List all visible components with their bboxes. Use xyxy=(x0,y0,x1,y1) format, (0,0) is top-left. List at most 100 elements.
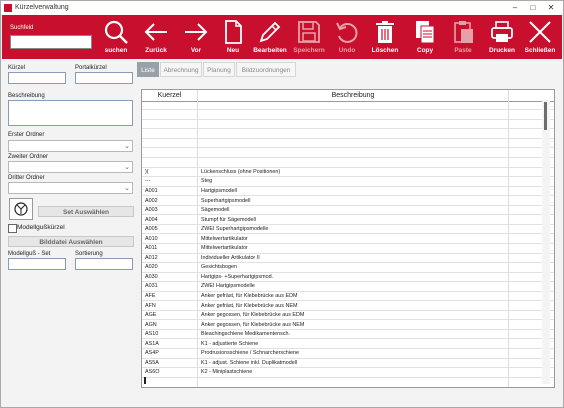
table-row[interactable]: A030 Hartgips- +Superhartgipsmod. xyxy=(142,274,554,283)
sortierung-label: Sortierung xyxy=(75,251,103,257)
cell-beschreibung: Prodrusionsschiene / Schnarcherschiene xyxy=(201,350,299,357)
set-image-preview xyxy=(9,198,33,220)
set-auswaehlen-button[interactable]: Set Auswählen xyxy=(38,206,134,217)
table-row[interactable]: AFE Anker gefräst, für Klebebrücke aus ED… xyxy=(142,293,554,302)
arrow-left-icon xyxy=(144,23,167,41)
modellguss-set-field[interactable] xyxy=(8,258,66,270)
table-row[interactable]: AGN Anker gegossen, für Klebebrücke aus N… xyxy=(142,322,554,330)
table-row[interactable]: AFN Anker gefräst, für Klebebrücke aus NE… xyxy=(142,303,554,311)
cell-beschreibung: Superhartgipsmodell xyxy=(201,197,251,204)
save-button[interactable]: Speichern xyxy=(290,17,328,57)
copy-icon xyxy=(416,21,435,44)
edit-button-label: Bearbeiten xyxy=(253,47,287,54)
print-button[interactable]: Drucken xyxy=(483,17,521,57)
table-row[interactable] xyxy=(142,112,554,120)
bilddatei-auswaehlen-button[interactable]: Bilddatei Auswählen xyxy=(8,236,134,247)
table-row[interactable]: A002 Superhartgipsmodell xyxy=(142,198,554,206)
minimize-button[interactable]: – xyxy=(507,2,523,13)
table-row[interactable] xyxy=(142,159,554,168)
dritter-ordner-select[interactable]: ⌄ xyxy=(8,182,133,194)
table-row[interactable] xyxy=(142,121,554,130)
table-row[interactable]: A004 Stumpf für Sägemodell xyxy=(142,217,554,225)
table-row[interactable]: AS4P Prodrusionsschiene / Schnarcherschie… xyxy=(142,350,554,359)
trash-icon xyxy=(376,21,394,43)
search-input[interactable] xyxy=(10,35,92,49)
close-button[interactable]: Schließen xyxy=(521,17,559,57)
window-close-button[interactable]: ✕ xyxy=(543,2,559,13)
cell-kuerzel: A005 xyxy=(145,226,158,233)
table-row[interactable]: A001 Hartgipsmodell xyxy=(142,188,554,197)
forward-button-label: Vor xyxy=(190,47,202,54)
cell-beschreibung: Bleachingschiene Medikamentensch. xyxy=(201,331,290,338)
table-row[interactable]: AS5A K1 - adjust. Schiene inkl. Duplikatm… xyxy=(142,359,554,369)
erster-ordner-select[interactable]: ⌄ xyxy=(8,140,133,152)
edit-button[interactable]: Bearbeiten xyxy=(251,17,289,57)
portalkuerzel-field[interactable] xyxy=(75,72,133,84)
cell-kuerzel: A020 xyxy=(145,264,158,271)
cell-beschreibung: Stumpf für Sägemodell xyxy=(201,216,256,223)
copy-button[interactable]: Copy xyxy=(406,17,444,57)
cell-beschreibung: Gesichtsbogen xyxy=(201,264,237,271)
back-button[interactable]: Zurück xyxy=(137,17,175,57)
undo-button[interactable]: Undo xyxy=(328,17,366,57)
modellguss-checkbox[interactable] xyxy=(8,224,17,233)
cell-kuerzel: AS10 xyxy=(145,331,159,338)
kuerzel-field[interactable] xyxy=(8,72,66,84)
paste-button-label: Paste xyxy=(454,47,472,54)
scrollbar-thumb[interactable] xyxy=(544,102,547,130)
tab-bildzuordnungen[interactable]: Bildzuordnungen xyxy=(236,62,296,77)
table-row[interactable]: --- Steg xyxy=(142,178,554,187)
cell-kuerzel: )( xyxy=(145,168,149,175)
delete-button[interactable]: Löschen xyxy=(366,17,404,57)
table-row[interactable]: A020 Gesichtsbogen xyxy=(142,264,554,273)
floppy-disk-icon xyxy=(298,21,320,43)
beschreibung-label: Beschreibung xyxy=(8,93,45,99)
column-header-beschreibung[interactable]: Beschreibung xyxy=(198,90,508,101)
table-row[interactable]: A012 Individueller Artikulator II xyxy=(142,255,554,264)
cell-beschreibung: ZWEI Superhartgipsmodelle xyxy=(201,226,269,233)
paste-button[interactable]: Paste xyxy=(444,17,482,57)
kuerzel-label: Kürzel xyxy=(8,65,26,71)
forward-button[interactable]: Vor xyxy=(177,17,215,57)
portalkuerzel-label: Portalkürzel xyxy=(75,65,107,71)
zweiter-ordner-select[interactable]: ⌄ xyxy=(8,161,133,173)
sortierung-field[interactable] xyxy=(75,258,133,270)
table-row[interactable]: A010 Mittelwertartikulator xyxy=(142,236,554,244)
cell-kuerzel: AFE xyxy=(145,293,156,299)
tab-planung[interactable]: Planung xyxy=(203,62,235,77)
table-row[interactable] xyxy=(142,140,554,149)
search-button[interactable]: suchen xyxy=(97,17,135,57)
cell-beschreibung: Mittelwertartikulator xyxy=(201,235,248,242)
cell-kuerzel: AS1A xyxy=(145,340,159,347)
cell-kuerzel: AGE xyxy=(145,312,157,319)
cell-beschreibung: Anker gegossen, für Klebebrücke aus NEM xyxy=(201,321,305,328)
chevron-down-icon: ⌄ xyxy=(124,185,130,192)
new-button[interactable]: Neu xyxy=(214,17,252,57)
table-row[interactable]: AGE Anker gegossen, für Klebebrücke aus E… xyxy=(142,312,554,321)
table-row[interactable]: )(Lückenschluss (ohne Positionen) xyxy=(142,168,554,178)
table-row[interactable]: AS10 Bleachingschiene Medikamentensch. xyxy=(142,331,554,340)
column-header-kuerzel[interactable]: Kuerzel xyxy=(142,90,197,101)
table-row[interactable]: A011 Mittelwertartikulator xyxy=(142,245,554,254)
tab-liste[interactable]: Liste xyxy=(137,62,159,77)
undo-button-label: Undo xyxy=(338,47,356,54)
back-button-label: Zurück xyxy=(145,47,167,54)
table-row[interactable]: AS6O K2 - Miniplastschiene xyxy=(142,369,554,378)
table-row[interactable]: AS1A K1 - adjustierte Schiene xyxy=(142,340,554,350)
table-row[interactable] xyxy=(142,131,554,139)
printer-icon xyxy=(491,21,513,42)
table-row[interactable]: A005 ZWEI Superhartgipsmodelle xyxy=(142,226,554,235)
cell-beschreibung: K1 - adjust. Schiene inkl. Duplikatmodel… xyxy=(201,359,298,366)
cell-kuerzel: AS6O xyxy=(145,369,160,376)
table-row[interactable]: A031 ZWEI Hartgipsmodelle xyxy=(142,283,554,292)
beschreibung-field[interactable] xyxy=(8,100,133,126)
table-row[interactable] xyxy=(142,150,554,159)
vertical-scrollbar[interactable] xyxy=(542,100,550,384)
tab-abrechnung[interactable]: Abrechnung xyxy=(160,62,202,77)
app-window: Kürzelverwaltung – □ ✕ Suchfeld suchen Z… xyxy=(0,0,564,408)
title-bar: Kürzelverwaltung – □ ✕ xyxy=(1,1,563,15)
maximize-button[interactable]: □ xyxy=(525,2,541,13)
table-row[interactable] xyxy=(142,102,554,111)
cell-kuerzel: AS5A xyxy=(145,359,159,366)
table-row[interactable]: A003 Sägemodell xyxy=(142,207,554,216)
